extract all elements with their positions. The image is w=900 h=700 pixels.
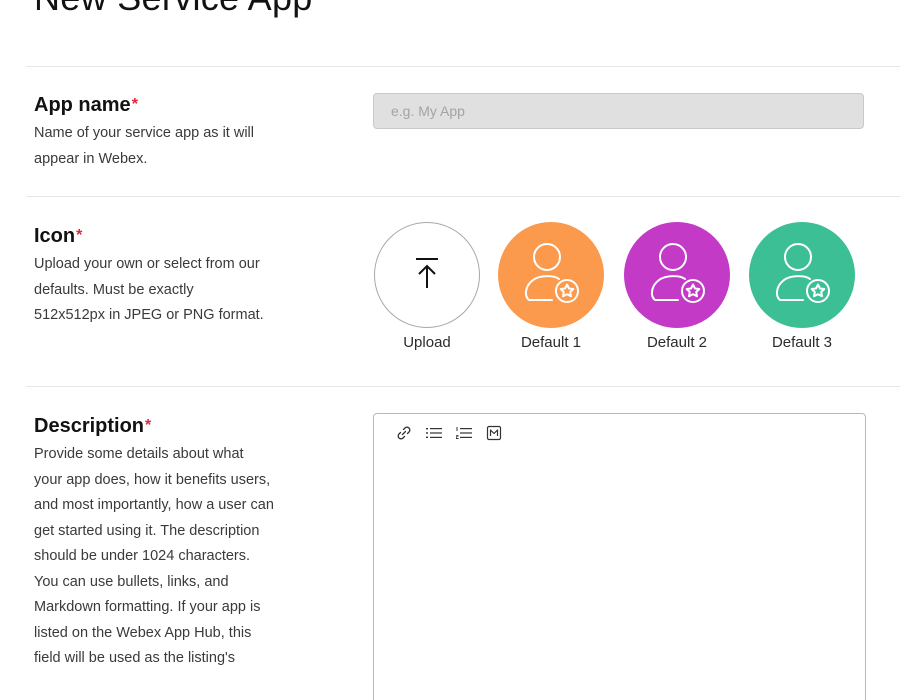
icon-label: Icon bbox=[34, 225, 76, 247]
app-name-input[interactable] bbox=[373, 93, 864, 129]
divider bbox=[26, 66, 900, 67]
icon-section-label: Icon* Upload your own or select from our… bbox=[34, 224, 279, 329]
default-2-caption: Default 2 bbox=[646, 334, 708, 351]
required-asterisk: * bbox=[145, 417, 152, 434]
divider bbox=[26, 386, 900, 387]
editor-toolbar bbox=[394, 423, 504, 443]
description-heading: Description* bbox=[34, 414, 279, 438]
page: New Service App App name* Name of your s… bbox=[0, 0, 900, 700]
description-editor[interactable] bbox=[373, 413, 866, 700]
app-name-heading: App name* bbox=[34, 93, 279, 117]
upload-caption: Upload bbox=[403, 334, 451, 351]
link-icon[interactable] bbox=[394, 423, 414, 443]
app-name-section-label: App name* Name of your service app as it… bbox=[34, 93, 279, 172]
description-label: Description bbox=[34, 415, 145, 437]
default-3-icon-button[interactable]: Default 3 bbox=[748, 222, 856, 352]
default-1-caption: Default 1 bbox=[520, 334, 582, 351]
page-title: New Service App bbox=[34, 0, 313, 18]
required-asterisk: * bbox=[76, 227, 83, 244]
icon-help: Upload your own or select from our defau… bbox=[34, 256, 264, 323]
upload-icon-button[interactable]: Upload bbox=[373, 222, 481, 352]
default-2-icon-button[interactable]: Default 2 bbox=[623, 222, 731, 352]
default-3-circle[interactable] bbox=[749, 222, 855, 328]
default-1-icon-button[interactable]: Default 1 bbox=[497, 222, 605, 352]
default-2-circle[interactable] bbox=[624, 222, 730, 328]
app-name-label: App name bbox=[34, 94, 131, 116]
icon-heading: Icon* bbox=[34, 224, 279, 248]
bulleted-list-icon[interactable] bbox=[424, 423, 444, 443]
user-gear-icon bbox=[516, 238, 586, 313]
app-name-help: Name of your service app as it will appe… bbox=[34, 125, 254, 167]
user-gear-icon bbox=[642, 238, 712, 313]
numbered-list-icon[interactable] bbox=[454, 423, 474, 443]
markdown-icon[interactable] bbox=[484, 423, 504, 443]
upload-circle[interactable] bbox=[374, 222, 480, 328]
default-3-caption: Default 3 bbox=[771, 334, 833, 351]
user-gear-icon bbox=[767, 238, 837, 313]
required-asterisk: * bbox=[131, 96, 138, 113]
description-help: Provide some details about what your app… bbox=[34, 446, 274, 666]
divider bbox=[26, 196, 900, 197]
description-section-label: Description* Provide some details about … bbox=[34, 414, 279, 672]
upload-arrow-icon bbox=[414, 256, 440, 295]
default-1-circle[interactable] bbox=[498, 222, 604, 328]
